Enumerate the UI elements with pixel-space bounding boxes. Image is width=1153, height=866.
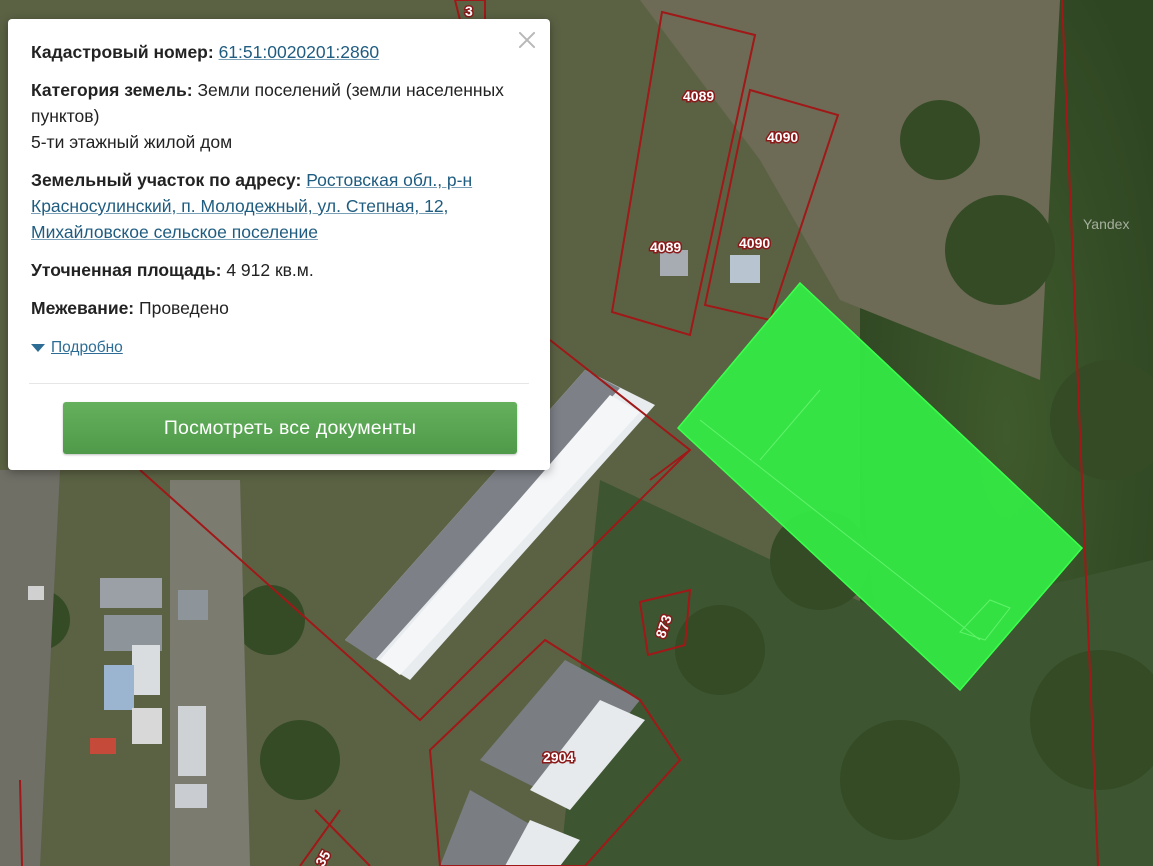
more-details-toggle[interactable]: Подробно [31, 335, 527, 361]
road [170, 480, 250, 866]
plot-label: 4089 [683, 88, 714, 104]
chevron-down-icon [31, 344, 45, 352]
parcel-info-popup: Кадастровый номер: 61:51:0020201:2860 Ка… [8, 19, 550, 470]
more-details-link[interactable]: Подробно [51, 335, 123, 361]
area-value: 4 912 кв.м. [226, 260, 314, 280]
area-label: Уточненная площадь: [31, 260, 222, 280]
plot-label: 4090 [767, 129, 798, 145]
cadastral-number-link[interactable]: 61:51:0020201:2860 [219, 42, 380, 62]
plot-label: 2904 [543, 749, 574, 765]
view-documents-button[interactable]: Посмотреть все документы [63, 402, 517, 454]
plot-label: 4090 [739, 235, 770, 251]
cadastral-row: Кадастровый номер: 61:51:0020201:2860 [31, 39, 527, 65]
close-icon[interactable] [516, 29, 538, 51]
survey-row: Межевание: Проведено [31, 295, 527, 321]
yandex-watermark: Yandex [1083, 216, 1130, 232]
house-4090 [730, 255, 760, 283]
plot-label: 3 [465, 3, 473, 19]
area-row: Уточненная площадь: 4 912 кв.м. [31, 257, 527, 283]
address-label: Земельный участок по адресу: [31, 170, 302, 190]
survey-label: Межевание: [31, 298, 135, 318]
category-extra: 5-ти этажный жилой дом [31, 132, 233, 152]
category-label: Категория земель: [31, 80, 193, 100]
survey-value: Проведено [139, 298, 229, 318]
plot-label: 4089 [650, 239, 681, 255]
address-row: Земельный участок по адресу: Ростовская … [31, 167, 527, 245]
cadastral-label: Кадастровый номер: [31, 42, 214, 62]
category-row: Категория земель: Земли поселений (земли… [31, 77, 527, 155]
divider [29, 383, 529, 384]
